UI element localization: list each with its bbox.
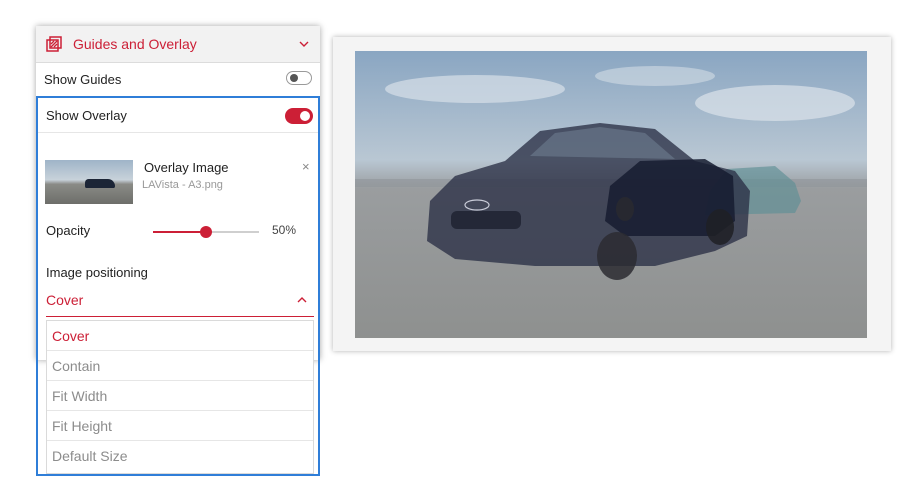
select-value: Cover (46, 292, 84, 308)
overlay-thumbnail[interactable] (45, 160, 133, 204)
cloud-shape (695, 85, 855, 121)
image-positioning-label: Image positioning (46, 265, 148, 280)
show-overlay-toggle[interactable] (285, 108, 313, 124)
opacity-value: 50% (272, 223, 297, 237)
preview-card (333, 37, 891, 351)
slider-handle[interactable] (200, 226, 212, 238)
slider-fill (153, 231, 206, 233)
show-guides-toggle[interactable] (286, 71, 312, 85)
positioning-dropdown: Cover Contain Fit Width Fit Height Defau… (46, 320, 314, 474)
opacity-label: Opacity (46, 223, 91, 238)
show-overlay-row: Show Overlay (38, 98, 318, 133)
cloud-shape (385, 75, 565, 103)
panel-header[interactable]: Guides and Overlay (36, 26, 320, 63)
overlay-image-filename: LAVista - A3.png (142, 179, 223, 191)
image-positioning-select[interactable]: Cover (46, 286, 314, 317)
toggle-knob (300, 111, 310, 121)
show-guides-label: Show Guides (44, 72, 122, 87)
panel-title: Guides and Overlay (73, 36, 197, 52)
remove-overlay-button[interactable]: × (302, 159, 310, 174)
toggle-knob (290, 74, 298, 82)
car-grille (451, 211, 521, 229)
preview-scene (355, 66, 867, 280)
overlay-image-title: Overlay Image (144, 160, 229, 175)
car-wheel (597, 232, 637, 280)
option-fit-height[interactable]: Fit Height (47, 411, 313, 441)
thumbnail-car-shape (85, 179, 115, 188)
show-guides-row: Show Guides (36, 63, 320, 98)
cloud-shape (595, 66, 715, 86)
option-contain[interactable]: Contain (47, 351, 313, 381)
overlay-section: Show Overlay Overlay Image LAVista - A3.… (36, 96, 320, 476)
opacity-slider[interactable] (153, 225, 259, 239)
option-cover[interactable]: Cover (47, 321, 313, 351)
chevron-down-icon[interactable] (298, 40, 310, 48)
preview-image (355, 51, 867, 338)
option-fit-width[interactable]: Fit Width (47, 381, 313, 411)
overlay-icon (46, 36, 62, 52)
option-default-size[interactable]: Default Size (47, 441, 313, 471)
car-wheel (616, 197, 634, 221)
car-wheel (706, 209, 734, 245)
chevron-up-icon[interactable] (296, 296, 308, 304)
show-overlay-label: Show Overlay (46, 108, 127, 123)
